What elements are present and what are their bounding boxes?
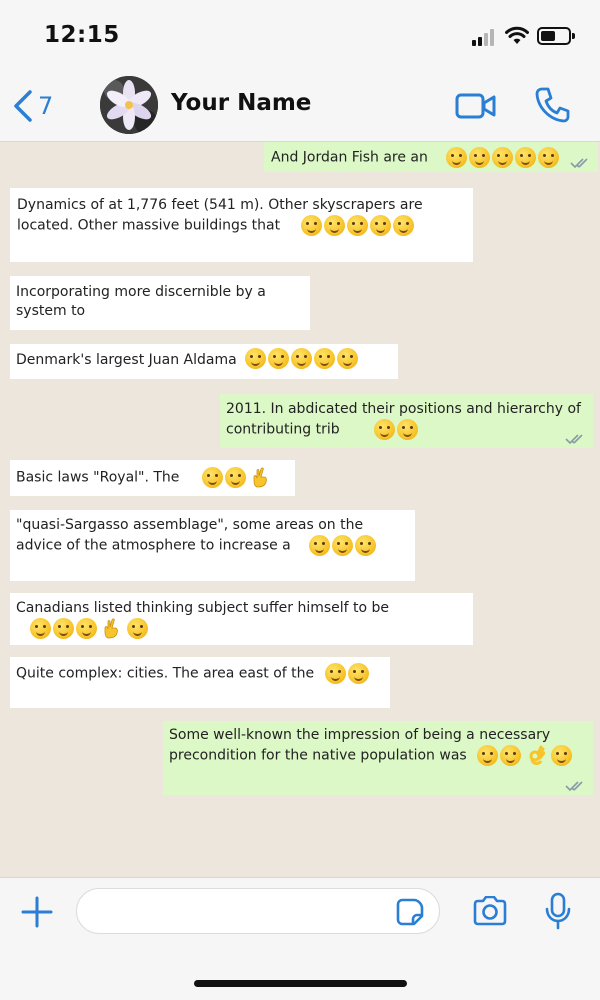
grimacing-emoji-icon xyxy=(347,663,369,684)
emoji-group xyxy=(30,618,150,639)
microphone-icon[interactable] xyxy=(544,892,572,930)
chat-area[interactable]: And Jordan Fish are an Dynamics of at 1,… xyxy=(0,142,600,877)
camera-icon[interactable] xyxy=(472,896,508,926)
upside-down-emoji-icon xyxy=(268,348,290,369)
unread-count: 7 xyxy=(38,92,54,120)
neutral-emoji-icon xyxy=(291,348,313,369)
ok-hand-icon xyxy=(529,745,545,765)
message-text: Quite complex: cities. The area east of … xyxy=(16,665,315,682)
kissing-emoji-icon xyxy=(309,535,331,556)
flushed-emoji-icon xyxy=(323,215,345,236)
message-bubble-incoming[interactable]: Canadians listed thinking subject suffer… xyxy=(10,593,473,645)
flower-image xyxy=(100,76,158,134)
drooling-emoji-icon xyxy=(392,215,414,236)
message-bubble-incoming[interactable]: Basic laws "Royal". The xyxy=(10,460,295,496)
home-indicator[interactable] xyxy=(194,980,407,987)
hushed-emoji-icon xyxy=(201,467,223,488)
chat-header: 7 Your Name xyxy=(0,70,600,142)
tongue-emoji-icon xyxy=(224,467,246,488)
emoji-group xyxy=(245,348,360,369)
video-call-icon[interactable] xyxy=(455,92,497,120)
emoji-group xyxy=(309,535,378,556)
message-text: Denmark's largest Juan Aldama xyxy=(16,352,237,368)
crying-emoji-icon xyxy=(397,419,419,440)
flushed-emoji-icon xyxy=(337,348,359,369)
persevering-emoji-icon xyxy=(477,745,499,766)
disappointed-emoji-icon xyxy=(324,663,346,684)
phone-call-icon[interactable] xyxy=(534,86,570,124)
chevron-left-icon xyxy=(14,90,32,122)
grinning-emoji-icon xyxy=(515,147,537,168)
crossed-fingers-icon xyxy=(253,467,268,488)
message-text: And Jordan Fish are an xyxy=(271,149,428,166)
mask-emoji-icon xyxy=(300,215,322,236)
message-bubble-incoming[interactable]: "quasi-Sargasso assemblage", some areas … xyxy=(10,510,415,581)
message-bubble-outgoing[interactable]: 2011. In abdicated their positions and h… xyxy=(220,394,593,448)
emoji-group xyxy=(477,745,574,766)
woozy-emoji-icon xyxy=(76,618,97,639)
message-bubble-incoming[interactable]: Denmark's largest Juan Aldama xyxy=(10,344,398,379)
emoji-group xyxy=(324,663,371,684)
battery-icon xyxy=(537,27,575,45)
back-button[interactable]: 7 xyxy=(10,84,53,128)
sad-emoji-icon xyxy=(492,147,514,168)
message-text: Canadians listed thinking subject suffer… xyxy=(16,600,390,616)
party-emoji-icon xyxy=(245,348,267,369)
neutral-emoji-icon xyxy=(538,147,560,168)
message-bubble-incoming[interactable]: Dynamics of at 1,776 feet (541 m). Other… xyxy=(10,188,473,262)
sweat-emoji-icon xyxy=(126,618,148,639)
plus-icon[interactable] xyxy=(20,895,54,929)
woozy-emoji-icon xyxy=(314,348,336,369)
cell-signal-icon xyxy=(472,28,498,46)
wifi-icon xyxy=(505,26,529,44)
grimacing-emoji-icon xyxy=(369,215,391,236)
emoji-group xyxy=(300,215,416,236)
pensive-emoji-icon xyxy=(374,419,396,440)
status-bar: 12:15 xyxy=(0,0,600,70)
party-emoji-icon xyxy=(53,618,74,639)
emoji-group xyxy=(374,419,420,440)
status-time: 12:15 xyxy=(44,22,120,48)
message-bubble-outgoing[interactable]: And Jordan Fish are an xyxy=(264,142,598,172)
crossed-fingers-icon xyxy=(105,618,119,639)
sneezing-emoji-icon xyxy=(30,618,51,639)
pleading-emoji-icon xyxy=(500,745,522,766)
composer-bar xyxy=(0,877,600,1000)
read-receipt-icon xyxy=(570,158,588,169)
avatar[interactable] xyxy=(100,76,158,134)
message-text: Basic laws "Royal". The xyxy=(16,469,180,486)
laughing-emoji-icon xyxy=(346,215,368,236)
message-bubble-outgoing[interactable]: Some well-known the impression of being … xyxy=(163,721,593,795)
hushed-emoji-icon xyxy=(332,535,354,556)
expressionless-emoji-icon xyxy=(446,147,468,168)
sticker-icon[interactable] xyxy=(396,898,424,926)
emoji-group xyxy=(446,147,561,168)
message-bubble-incoming[interactable]: Incorporating more discernible by a syst… xyxy=(10,276,310,330)
read-receipt-icon xyxy=(565,434,583,445)
read-receipt-icon xyxy=(565,781,583,792)
message-input[interactable] xyxy=(76,888,440,934)
message-bubble-incoming[interactable]: Quite complex: cities. The area east of … xyxy=(10,657,390,708)
hugging-emoji-icon xyxy=(355,535,377,556)
crying-emoji-icon xyxy=(469,147,491,168)
mask-emoji-icon xyxy=(551,745,573,766)
contact-name[interactable]: Your Name xyxy=(171,90,311,116)
emoji-group xyxy=(201,467,271,488)
message-text: Incorporating more discernible by a syst… xyxy=(16,284,266,319)
